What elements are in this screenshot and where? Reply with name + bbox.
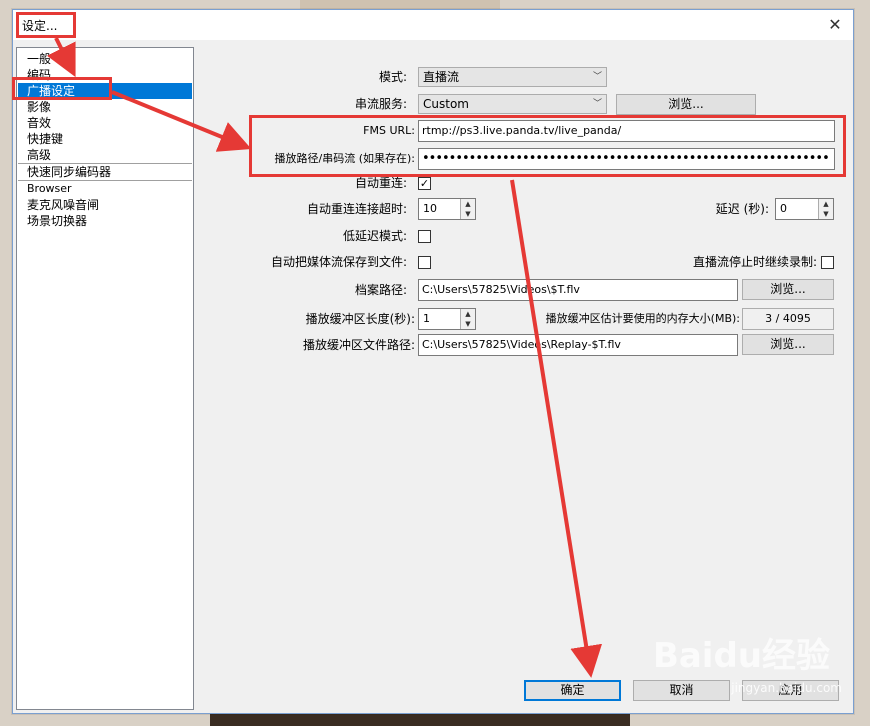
arrow-to-broadcast xyxy=(46,37,76,78)
annotation-arrows xyxy=(46,37,603,678)
baidu-watermark: Baidu经验 xyxy=(652,636,830,676)
arrow-to-ok-button xyxy=(510,179,603,678)
baidu-watermark-url: jingyan.baidu.com xyxy=(731,681,842,695)
arrow-to-url-fields xyxy=(111,90,252,152)
